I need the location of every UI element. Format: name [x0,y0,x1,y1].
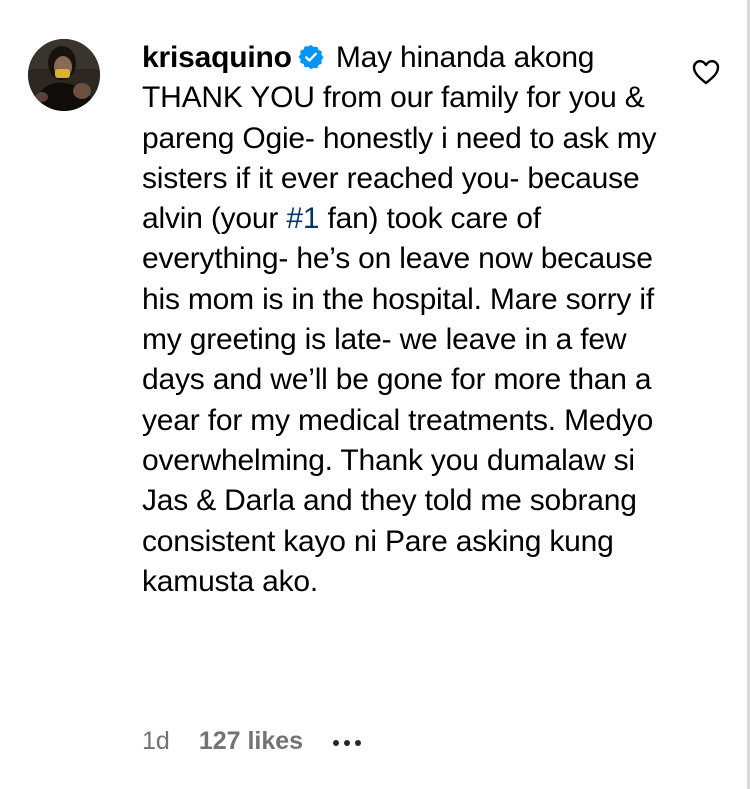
timestamp[interactable]: 1d [142,727,170,756]
more-dot [333,739,340,746]
comment-footer: 1d 127 likes [142,727,362,756]
comment-body: krisaquino May hinanda akong THANK YOU f… [142,38,672,602]
more-dot [355,739,362,746]
likes-count[interactable]: 127 likes [199,727,303,756]
avatar[interactable] [28,39,100,111]
more-options-icon[interactable] [333,738,362,746]
heart-outline-icon[interactable] [692,59,720,85]
comment: krisaquino May hinanda akong THANK YOU f… [0,0,747,789]
username-link[interactable]: krisaquino [142,41,292,74]
more-dot [344,739,351,746]
comment-text-part-2: fan) took care of everything- he’s on le… [142,202,654,598]
avatar-image [28,39,100,111]
hashtag-link[interactable]: #1 [286,202,319,235]
verified-badge-icon [298,44,324,70]
